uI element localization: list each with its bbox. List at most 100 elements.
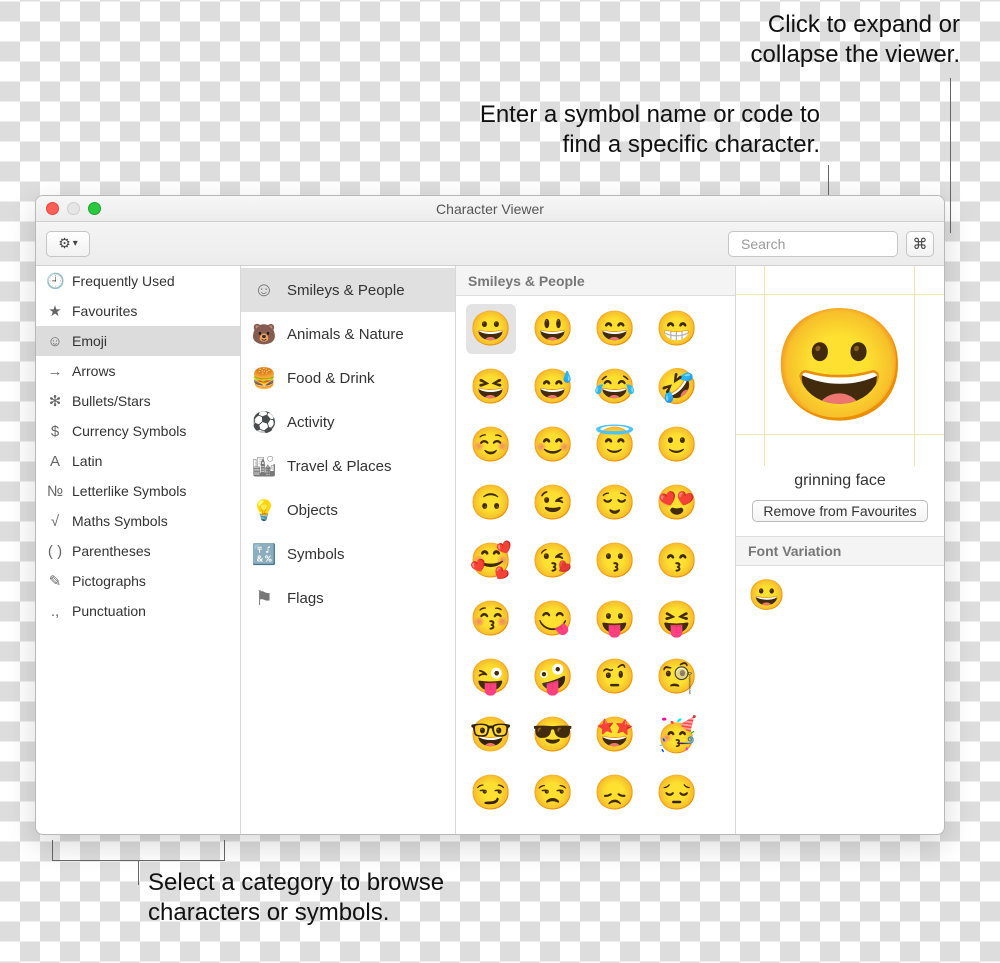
emoji-cell[interactable]: 😄 [590, 304, 640, 354]
subcategory-item[interactable]: 🏙 Travel & Places [241, 444, 455, 488]
gear-icon: ⚙︎ [58, 235, 71, 252]
remove-favourite-button[interactable]: Remove from Favourites [752, 500, 927, 522]
emoji-cell[interactable]: 🧐 [652, 652, 702, 702]
subcategory-label: Objects [287, 502, 338, 519]
grid-section-header: Smileys & People [456, 266, 735, 296]
emoji-cell[interactable]: 😆 [466, 362, 516, 412]
emoji-cell[interactable]: 😎 [528, 710, 578, 760]
sidebar-item[interactable]: $ Currency Symbols [36, 416, 240, 446]
font-variation-header: Font Variation [736, 536, 944, 566]
callout-line-cat-r [224, 840, 225, 860]
emoji-cell[interactable]: 😌 [590, 478, 640, 528]
search-field-wrap[interactable] [728, 231, 898, 257]
subcategory-item[interactable]: 🐻 Animals & Nature [241, 312, 455, 356]
sidebar-item[interactable]: № Letterlike Symbols [36, 476, 240, 506]
emoji-cell[interactable]: 🥳 [652, 710, 702, 760]
emoji-cell[interactable]: 🤓 [466, 710, 516, 760]
sidebar-item[interactable]: 🕘 Frequently Used [36, 266, 240, 296]
emoji-cell[interactable]: 😔 [652, 768, 702, 818]
minimize-window-button[interactable] [67, 202, 80, 215]
emoji-cell[interactable]: 😊 [528, 420, 578, 470]
sidebar-item-icon: ✻ [46, 392, 64, 410]
emoji-grid: 😀😃😄😁 😆😅😂🤣 ☺️😊😇🙂 🙃😉😌😍 🥰😘😗😙 😚😋😛😝 😜🤪🤨🧐 🤓😎🤩🥳 😏😒😞😔 [456, 296, 735, 830]
subcategory-item[interactable]: ☺ Smileys & People [241, 268, 455, 312]
font-variation-glyph[interactable]: 😀 [748, 579, 785, 612]
subcategory-icon: ☺ [253, 279, 275, 301]
preview-glyph: 😀 [772, 311, 909, 421]
emoji-cell[interactable]: 🤩 [590, 710, 640, 760]
zoom-window-button[interactable] [88, 202, 101, 215]
subcategory-label: Food & Drink [287, 370, 375, 387]
emoji-cell[interactable]: 😙 [652, 536, 702, 586]
character-viewer-window: Character Viewer ⚙︎ ▾ ⌘ 🕘 Frequently Use… [35, 195, 945, 835]
subcategory-item[interactable]: 🍔 Food & Drink [241, 356, 455, 400]
emoji-cell[interactable]: 😅 [528, 362, 578, 412]
emoji-cell[interactable]: 😘 [528, 536, 578, 586]
emoji-cell[interactable]: 😇 [590, 420, 640, 470]
emoji-cell[interactable]: 🤪 [528, 652, 578, 702]
emoji-cell[interactable]: 😋 [528, 594, 578, 644]
emoji-cell[interactable]: 😀 [466, 304, 516, 354]
subcategory-icon: 🍔 [253, 367, 275, 389]
emoji-cell[interactable]: 😝 [652, 594, 702, 644]
sidebar-item[interactable]: ✻ Bullets/Stars [36, 386, 240, 416]
emoji-cell[interactable]: 😜 [466, 652, 516, 702]
emoji-cell[interactable]: 😏 [466, 768, 516, 818]
search-input[interactable] [739, 235, 924, 253]
emoji-cell[interactable]: 🙃 [466, 478, 516, 528]
sidebar-item[interactable]: ( ) Parentheses [36, 536, 240, 566]
emoji-cell[interactable]: 🥰 [466, 536, 516, 586]
subcategory-item[interactable]: ⚽ Activity [241, 400, 455, 444]
sidebar-item-label: Arrows [72, 363, 116, 379]
emoji-cell[interactable]: 🤨 [590, 652, 640, 702]
subcategory-item[interactable]: 💡 Objects [241, 488, 455, 532]
subcategory-item[interactable]: 🔣 Symbols [241, 532, 455, 576]
sidebar-item-label: Maths Symbols [72, 513, 168, 529]
sidebar-item-label: Favourites [72, 303, 137, 319]
callout-search: Enter a symbol name or code tofind a spe… [360, 100, 820, 160]
subcategory-item[interactable]: ⚑ Flags [241, 576, 455, 620]
emoji-cell[interactable]: 😚 [466, 594, 516, 644]
emoji-cell[interactable]: 😞 [590, 768, 640, 818]
subcategory-icon: 💡 [253, 499, 275, 521]
category-sidebar: 🕘 Frequently Used★ Favourites☺ Emoji→ Ar… [36, 266, 241, 834]
sidebar-item-label: Currency Symbols [72, 423, 186, 439]
subcategory-icon: ⚑ [253, 587, 275, 609]
subcategory-icon: 🏙 [253, 455, 275, 477]
chevron-down-icon: ▾ [73, 238, 78, 249]
subcategory-icon: ⚽ [253, 411, 275, 433]
emoji-cell[interactable]: 😍 [652, 478, 702, 528]
sidebar-item[interactable]: A Latin [36, 446, 240, 476]
callout-expand: Click to expand orcollapse the viewer. [640, 10, 960, 70]
collapse-viewer-button[interactable]: ⌘ [906, 231, 934, 257]
sidebar-item-label: Emoji [72, 333, 107, 349]
sidebar-item-icon: ( ) [46, 543, 64, 560]
sidebar-item-icon: ✎ [46, 572, 64, 590]
emoji-cell[interactable]: 😛 [590, 594, 640, 644]
settings-menu-button[interactable]: ⚙︎ ▾ [46, 231, 90, 257]
window-title: Character Viewer [436, 201, 544, 217]
sidebar-item[interactable]: ★ Favourites [36, 296, 240, 326]
emoji-cell[interactable]: 😒 [528, 768, 578, 818]
emoji-cell[interactable]: 😉 [528, 478, 578, 528]
sidebar-item[interactable]: ✎ Pictographs [36, 566, 240, 596]
close-window-button[interactable] [46, 202, 59, 215]
emoji-cell[interactable]: ☺️ [466, 420, 516, 470]
sidebar-item[interactable]: → Arrows [36, 356, 240, 386]
emoji-cell[interactable]: 🤣 [652, 362, 702, 412]
subcategory-icon: 🐻 [253, 323, 275, 345]
subcategory-label: Activity [287, 414, 335, 431]
sidebar-item[interactable]: ☺ Emoji [36, 326, 240, 356]
sidebar-item-label: Bullets/Stars [72, 393, 151, 409]
emoji-cell[interactable]: 😂 [590, 362, 640, 412]
emoji-grid-column: Smileys & People 😀😃😄😁 😆😅😂🤣 ☺️😊😇🙂 🙃😉😌😍 🥰😘😗😙 😚😋… [456, 266, 736, 834]
sidebar-item[interactable]: √ Maths Symbols [36, 506, 240, 536]
sidebar-item-icon: ., [46, 603, 64, 620]
emoji-cell[interactable]: 😁 [652, 304, 702, 354]
emoji-cell[interactable]: 🙂 [652, 420, 702, 470]
sidebar-item[interactable]: ., Punctuation [36, 596, 240, 626]
sidebar-item-label: Letterlike Symbols [72, 483, 186, 499]
emoji-cell[interactable]: 😃 [528, 304, 578, 354]
emoji-cell[interactable]: 😗 [590, 536, 640, 586]
sidebar-item-label: Punctuation [72, 603, 146, 619]
